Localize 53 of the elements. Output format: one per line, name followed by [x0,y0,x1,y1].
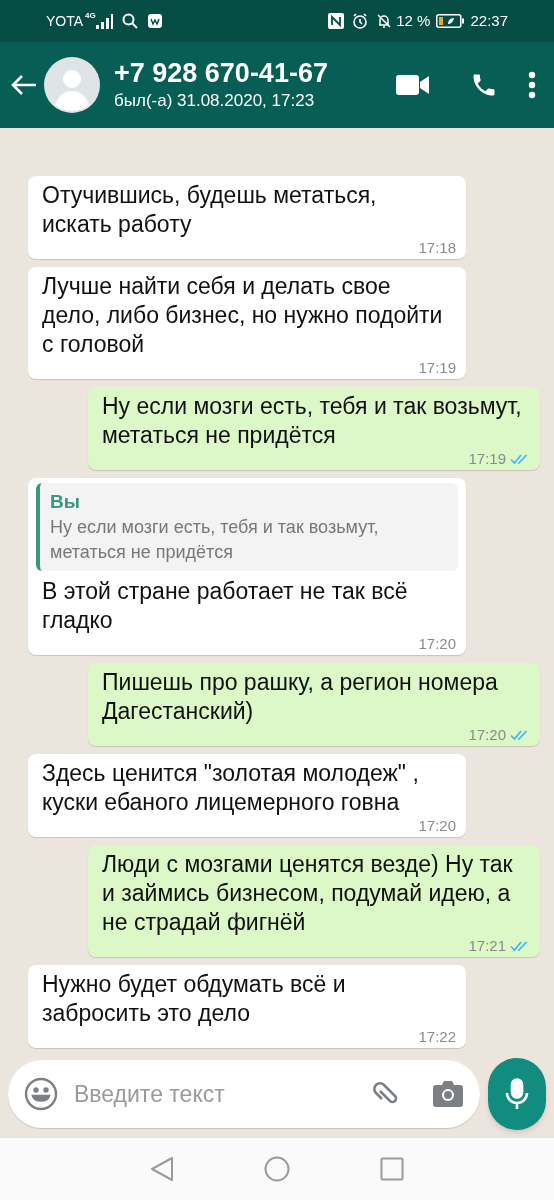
message-field[interactable]: Введите текст [74,1076,370,1112]
message-time: 17:19 [468,450,506,467]
incoming-message[interactable]: Нужно будет обдумать всё и забросить это дело 17:22 [28,965,466,1048]
outgoing-message[interactable]: Пишешь про рашку, а регион номера Дагестанский) 17:20 [88,663,540,746]
message-text: Здесь ценится "золотая молодеж" , куски ебаного лицемерного говна [42,759,420,817]
message-text: В этой стране работает не так всё гладко [42,577,409,635]
alarm-icon [352,13,369,29]
last-seen: был(-а) 31.08.2020, 17:23 [114,90,316,112]
message-time: 17:20 [468,726,506,743]
message-text: Пишешь про рашку, а регион номера Дагестанский) [102,668,499,726]
home-icon[interactable] [264,1156,290,1182]
battery-icon [436,14,465,28]
message-time: 17:19 [418,359,456,376]
signal-icon [95,13,114,29]
muted-bell-icon [376,13,393,29]
outgoing-message[interactable]: Люди с мозгами ценятся везде) Ну так и займись бизнесом, подумай идею, а не страдай фигнёй 17:21 [88,845,540,957]
battery-percent: 12 % [396,10,431,31]
message-text: Ну если мозги есть, тебя и так возьмут, метаться не придётся [102,392,523,450]
contact-name[interactable]: +7 928 670-41-67 [114,57,328,89]
microphone-button[interactable] [488,1058,546,1130]
message-text: Отучившись, будешь метаться, искать работу [42,181,378,239]
app-icon [147,14,162,28]
nfc-icon [328,13,345,29]
incoming-message[interactable]: Лучше найти себя и делать свое дело, либо бизнес, но нужно подойти с головой 17:19 [28,267,466,379]
network-type: 4G [85,10,96,22]
message-time: 17:18 [418,239,456,256]
avatar-icon[interactable] [44,57,100,113]
message-text: Люди с мозгами ценятся везде) Ну так и займись бизнесом, подумай идею, а не страдай фигнёй [102,850,514,937]
message-text: Нужно будет обдумать всё и забросить это дело [42,970,347,1028]
camera-icon[interactable] [432,1080,464,1108]
quoted-message[interactable]: Вы Ну если мозги есть, тебя и так возьмут, метаться не придётся [36,483,458,571]
quote-text: Ну если мозги есть, тебя и так возьмут, метаться не придётся [50,516,380,564]
outgoing-message[interactable]: Ну если мозги есть, тебя и так возьмут, метаться не придётся 17:19 [88,387,540,470]
incoming-message[interactable]: Вы Ну если мозги есть, тебя и так возьмут, метаться не придётся В этой стране работает не так всё гладко 17:20 [28,478,466,655]
search-icon [121,13,138,29]
carrier-name: YOTA [46,11,84,31]
back-icon[interactable] [150,1156,174,1182]
back-arrow-icon[interactable] [10,73,38,97]
message-input-bar[interactable]: Введите текст [8,1060,480,1128]
incoming-message[interactable]: Отучившись, будешь метаться, искать работу 17:18 [28,176,466,259]
incoming-message[interactable]: Здесь ценится "золотая молодеж" , куски ебаного лицемерного говна 17:20 [28,754,466,837]
emoji-icon[interactable] [24,1077,58,1111]
microphone-icon [505,1078,529,1110]
video-call-icon[interactable] [396,73,430,97]
message-time: 17:21 [468,937,506,954]
recent-apps-icon[interactable] [380,1157,404,1181]
message-text: Лучше найти себя и делать свое дело, либо бизнес, но нужно подойти с головой [42,272,444,359]
message-time: 17:20 [418,635,456,652]
message-time: 17:20 [418,817,456,834]
more-options-icon[interactable] [528,71,536,99]
quote-author: Вы [50,490,81,514]
message-time: 17:22 [418,1028,456,1045]
clock-time: 22:37 [470,10,508,31]
